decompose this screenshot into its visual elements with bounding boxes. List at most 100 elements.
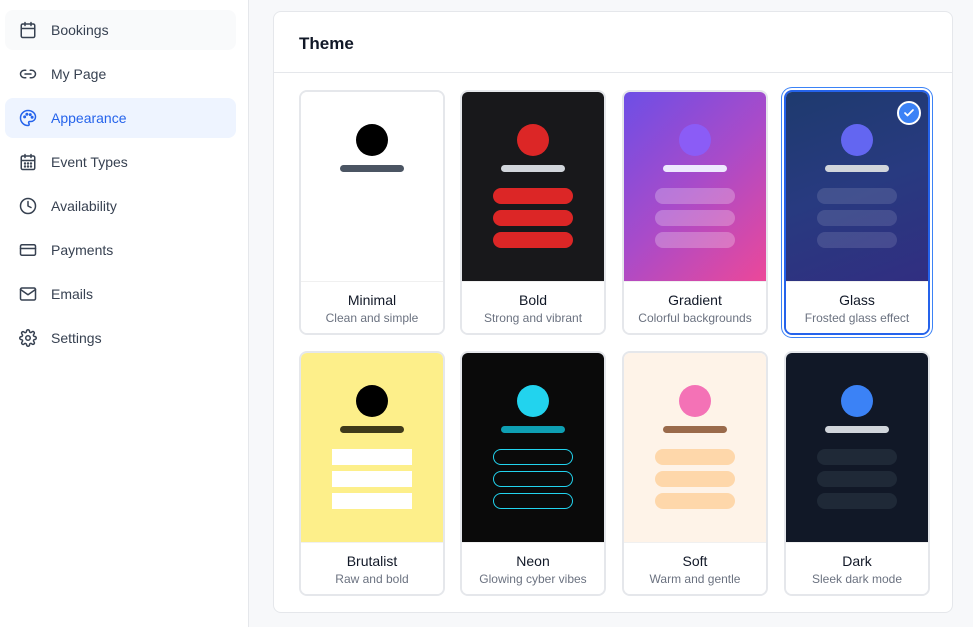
sidebar-item-availability[interactable]: Availability <box>5 186 236 226</box>
sidebar-item-bookings[interactable]: Bookings <box>5 10 236 50</box>
preview-link <box>817 188 897 204</box>
theme-card-brutalist[interactable]: Brutalist Raw and bold <box>299 351 445 596</box>
theme-description: Glowing cyber vibes <box>479 572 587 586</box>
theme-info: Gradient Colorful backgrounds <box>624 281 766 333</box>
preview-avatar <box>679 385 711 417</box>
preview-link <box>493 471 573 487</box>
preview-link <box>655 232 735 248</box>
preview-link <box>817 449 897 465</box>
preview-link <box>493 210 573 226</box>
preview-link <box>655 210 735 226</box>
preview-link <box>332 471 412 487</box>
theme-info: Brutalist Raw and bold <box>301 542 443 594</box>
theme-name: Minimal <box>347 292 397 308</box>
theme-name: Bold <box>518 292 548 308</box>
preview-avatar <box>679 124 711 156</box>
preview-avatar <box>356 124 388 156</box>
theme-description: Colorful backgrounds <box>638 311 752 325</box>
sidebar-item-label: Appearance <box>51 110 127 126</box>
sidebar: Bookings My Page Appearance Event Types … <box>0 0 249 627</box>
theme-description: Warm and gentle <box>649 572 741 586</box>
preview-name-bar <box>340 426 404 433</box>
preview-name-bar <box>340 165 404 172</box>
theme-card-gradient[interactable]: Gradient Colorful backgrounds <box>622 90 768 335</box>
theme-card-glass[interactable]: Glass Frosted glass effect <box>784 90 930 335</box>
preview-link <box>332 449 412 465</box>
theme-card-bold[interactable]: Bold Strong and vibrant <box>460 90 606 335</box>
preview-link <box>655 493 735 509</box>
divider <box>274 72 952 73</box>
theme-card-soft[interactable]: Soft Warm and gentle <box>622 351 768 596</box>
theme-panel: Theme Minimal Clean and simple Bold Stro… <box>273 11 953 613</box>
preview-link <box>655 471 735 487</box>
preview-avatar <box>356 385 388 417</box>
preview-name-bar <box>825 165 889 172</box>
preview-name-bar <box>501 165 565 172</box>
sidebar-item-label: Bookings <box>51 22 109 38</box>
theme-name: Dark <box>842 553 872 569</box>
theme-info: Glass Frosted glass effect <box>786 281 928 333</box>
sidebar-item-my-page[interactable]: My Page <box>5 54 236 94</box>
preview-link <box>817 471 897 487</box>
theme-name: Neon <box>516 553 550 569</box>
preview-link <box>817 493 897 509</box>
calendar-icon <box>18 20 38 40</box>
preview-name-bar <box>663 426 727 433</box>
panel-title: Theme <box>299 34 354 53</box>
theme-info: Neon Glowing cyber vibes <box>462 542 604 594</box>
gear-icon <box>18 328 38 348</box>
theme-description: Sleek dark mode <box>811 572 903 586</box>
sidebar-item-emails[interactable]: Emails <box>5 274 236 314</box>
mail-icon <box>18 284 38 304</box>
theme-info: Dark Sleek dark mode <box>786 542 928 594</box>
preview-avatar <box>841 124 873 156</box>
theme-preview <box>462 92 604 281</box>
theme-preview <box>301 92 443 281</box>
main-content: Theme Minimal Clean and simple Bold Stro… <box>249 0 973 627</box>
sidebar-item-label: Emails <box>51 286 94 302</box>
sidebar-item-label: Payments <box>51 242 114 258</box>
theme-info: Bold Strong and vibrant <box>462 281 604 333</box>
preview-link <box>493 232 573 248</box>
calendar-grid-icon <box>18 152 38 172</box>
clock-icon <box>18 196 38 216</box>
preview-name-bar <box>501 426 565 433</box>
selected-check-icon <box>897 101 921 125</box>
theme-name: Soft <box>682 553 708 569</box>
theme-preview <box>624 92 766 281</box>
theme-card-dark[interactable]: Dark Sleek dark mode <box>784 351 930 596</box>
theme-description: Frosted glass effect <box>804 311 910 325</box>
theme-description: Raw and bold <box>335 572 409 586</box>
theme-card-minimal[interactable]: Minimal Clean and simple <box>299 90 445 335</box>
sidebar-item-settings[interactable]: Settings <box>5 318 236 358</box>
preview-link <box>655 449 735 465</box>
theme-info: Soft Warm and gentle <box>624 542 766 594</box>
link-icon <box>18 64 38 84</box>
sidebar-item-appearance[interactable]: Appearance <box>5 98 236 138</box>
theme-name: Glass <box>839 292 875 308</box>
sidebar-item-label: Settings <box>51 330 102 346</box>
theme-preview <box>624 353 766 542</box>
theme-preview <box>301 353 443 542</box>
preview-name-bar <box>663 165 727 172</box>
preview-link <box>817 232 897 248</box>
theme-card-neon[interactable]: Neon Glowing cyber vibes <box>460 351 606 596</box>
preview-link <box>817 210 897 226</box>
theme-preview <box>786 92 928 281</box>
sidebar-item-event-types[interactable]: Event Types <box>5 142 236 182</box>
palette-icon <box>18 108 38 128</box>
preview-avatar <box>517 124 549 156</box>
preview-link <box>493 449 573 465</box>
preview-avatar <box>517 385 549 417</box>
theme-name: Brutalist <box>346 553 398 569</box>
preview-avatar <box>841 385 873 417</box>
theme-description: Strong and vibrant <box>483 311 583 325</box>
sidebar-item-label: Availability <box>51 198 117 214</box>
sidebar-item-label: Event Types <box>51 154 128 170</box>
sidebar-item-label: My Page <box>51 66 107 82</box>
sidebar-item-payments[interactable]: Payments <box>5 230 236 270</box>
preview-name-bar <box>825 426 889 433</box>
theme-preview <box>462 353 604 542</box>
preview-link <box>655 188 735 204</box>
theme-description: Clean and simple <box>325 311 419 325</box>
